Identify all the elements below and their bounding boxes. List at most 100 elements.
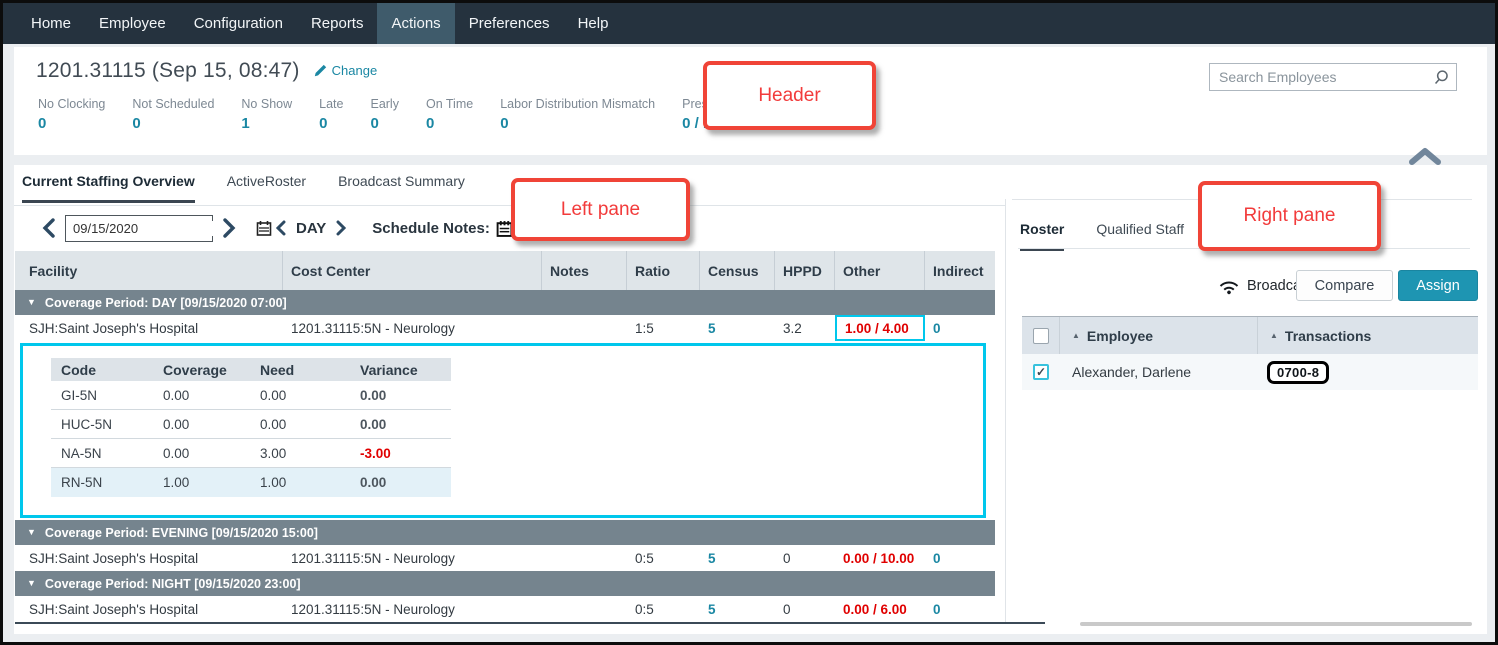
facility-cell: SJH:Saint Joseph's Hospital [15, 321, 283, 336]
table-row[interactable]: HUC-5N 0.00 0.00 0.00 [51, 410, 451, 439]
table-row[interactable]: SJH:Saint Joseph's Hospital 1201.31115:5… [15, 596, 995, 622]
select-all-checkbox[interactable] [1033, 328, 1049, 344]
transaction-badge[interactable]: 0700-8 [1267, 361, 1329, 384]
change-link[interactable]: Change [314, 63, 378, 78]
column-header-code: Code [51, 362, 153, 378]
stat-value[interactable]: 0 [500, 115, 655, 132]
nav-item-reports[interactable]: Reports [297, 3, 378, 44]
column-header-employee[interactable]: ▲ Employee [1060, 317, 1257, 354]
cost-center-cell: 1201.31115:5N - Neurology [283, 321, 542, 336]
stat-no-show: No Show 1 [241, 97, 292, 132]
date-navigation-bar: DAY Schedule Notes: [38, 213, 513, 243]
nav-item-help[interactable]: Help [564, 3, 623, 44]
stat-value[interactable]: 0 [370, 115, 398, 132]
tab-current-staffing-overview[interactable]: Current Staffing Overview [22, 173, 195, 203]
census-cell[interactable]: 5 [700, 551, 775, 566]
coverage-period-night-header[interactable]: ▼ Coverage Period: NIGHT [09/15/2020 23:… [15, 571, 995, 596]
stat-value[interactable]: 0 [319, 115, 343, 132]
census-cell[interactable]: 5 [700, 602, 775, 617]
column-header-ratio[interactable]: Ratio [627, 251, 700, 290]
horizontal-scrollbar[interactable] [1080, 622, 1472, 626]
column-header-other[interactable]: Other [835, 251, 925, 290]
collapse-header-chevron-up-icon[interactable] [1409, 147, 1441, 165]
roster-table: ▲ Employee ▲ Transactions ✓ Alexander, D… [1022, 316, 1478, 390]
annotation-header-callout: Header [703, 61, 876, 130]
column-header-notes[interactable]: Notes [542, 251, 627, 290]
pane-divider [1005, 199, 1006, 623]
other-cell-highlighted[interactable]: 1.00 / 4.00 [835, 315, 925, 341]
stat-value[interactable]: 0 [132, 115, 214, 132]
row-checkbox-checked[interactable]: ✓ [1033, 364, 1049, 380]
table-row[interactable]: ✓ Alexander, Darlene 0700-8 [1022, 354, 1478, 390]
previous-period-chevron-icon[interactable] [272, 220, 290, 236]
cost-center-cell: 1201.31115:5N - Neurology [283, 602, 542, 617]
collapse-triangle-icon: ▼ [27, 578, 36, 588]
column-header-hppd[interactable]: HPPD [775, 251, 835, 290]
stat-not-scheduled: Not Scheduled 0 [132, 97, 214, 132]
nav-item-preferences[interactable]: Preferences [455, 3, 564, 44]
nav-item-employee[interactable]: Employee [85, 3, 180, 44]
cost-center-cell: 1201.31115:5N - Neurology [283, 551, 542, 566]
column-header-indirect[interactable]: Indirect [925, 251, 995, 290]
other-cell[interactable]: 0.00 / 6.00 [835, 602, 925, 617]
indirect-cell[interactable]: 0 [925, 551, 995, 566]
change-link-label: Change [332, 63, 378, 78]
column-header-need: Need [250, 362, 350, 378]
staffing-table: Facility Cost Center Notes Ratio Census … [15, 251, 995, 624]
coverage-period-evening-header[interactable]: ▼ Coverage Period: EVENING [09/15/2020 1… [15, 520, 995, 545]
census-cell[interactable]: 5 [700, 321, 775, 336]
indirect-cell[interactable]: 0 [925, 321, 995, 336]
table-row[interactable]: SJH:Saint Joseph's Hospital 1201.31115:5… [15, 545, 995, 571]
coverage-period-day-header[interactable]: ▼ Coverage Period: DAY [09/15/2020 07:00… [15, 290, 995, 315]
coverage-detail-highlight-box: Code Coverage Need Variance GI-5N 0.00 0… [20, 343, 986, 518]
tab-broadcast-summary[interactable]: Broadcast Summary [338, 173, 465, 203]
nav-item-home[interactable]: Home [17, 3, 85, 44]
coverage-detail-header: Code Coverage Need Variance [51, 358, 451, 381]
assign-button[interactable]: Assign [1398, 270, 1478, 301]
employee-search [1209, 63, 1457, 91]
tab-qualified-staff[interactable]: Qualified Staff [1096, 221, 1184, 251]
hppd-cell: 3.2 [775, 321, 835, 336]
stat-value[interactable]: 1 [241, 115, 292, 132]
previous-day-chevron-icon[interactable] [38, 218, 59, 238]
stat-value[interactable]: 0 [38, 115, 105, 132]
hppd-cell: 0 [775, 551, 835, 566]
pencil-icon [314, 64, 327, 77]
other-cell[interactable]: 0.00 / 10.00 [835, 551, 925, 566]
column-header-cost-center[interactable]: Cost Center [283, 251, 542, 290]
table-row-selected[interactable]: RN-5N 1.00 1.00 0.00 [51, 468, 451, 497]
column-header-transactions[interactable]: ▲ Transactions [1257, 317, 1478, 354]
tab-activeroster[interactable]: ActiveRoster [227, 173, 306, 203]
table-row[interactable]: SJH:Saint Joseph's Hospital 1201.31115:5… [15, 315, 995, 341]
search-icon[interactable] [1426, 64, 1456, 90]
right-pane-tabs: Roster Qualified Staff [1020, 221, 1184, 251]
tab-roster[interactable]: Roster [1020, 221, 1064, 251]
stat-late: Late 0 [319, 97, 343, 132]
column-header-variance: Variance [350, 362, 451, 378]
top-nav: Home Employee Configuration Reports Acti… [3, 3, 1495, 44]
table-row[interactable]: GI-5N 0.00 0.00 0.00 [51, 381, 451, 410]
next-period-chevron-icon[interactable] [332, 220, 350, 236]
indirect-cell[interactable]: 0 [925, 602, 995, 617]
compare-button[interactable]: Compare [1296, 270, 1393, 301]
collapse-triangle-icon: ▼ [27, 527, 36, 537]
nav-item-actions[interactable]: Actions [377, 3, 454, 44]
column-header-census[interactable]: Census [700, 251, 775, 290]
stat-no-clocking: No Clocking 0 [38, 97, 105, 132]
kpi-strip: No Clocking 0 Not Scheduled 0 No Show 1 … [38, 97, 795, 132]
ratio-cell: 0:5 [627, 551, 700, 566]
stat-value[interactable]: 0 [426, 115, 473, 132]
calendar-icon[interactable] [256, 216, 272, 241]
sort-ascending-icon: ▲ [1270, 331, 1278, 340]
ratio-cell: 1:5 [627, 321, 700, 336]
date-field [65, 215, 213, 242]
stat-early: Early 0 [370, 97, 398, 132]
annotation-right-pane-callout: Right pane [1198, 181, 1381, 251]
next-day-chevron-icon[interactable] [219, 218, 240, 238]
hppd-cell: 0 [775, 602, 835, 617]
nav-item-configuration[interactable]: Configuration [180, 3, 297, 44]
search-input[interactable] [1210, 69, 1426, 85]
column-header-facility[interactable]: Facility [15, 251, 283, 290]
left-pane-tabs: Current Staffing Overview ActiveRoster B… [22, 173, 465, 203]
table-row[interactable]: NA-5N 0.00 3.00 -3.00 [51, 439, 451, 468]
